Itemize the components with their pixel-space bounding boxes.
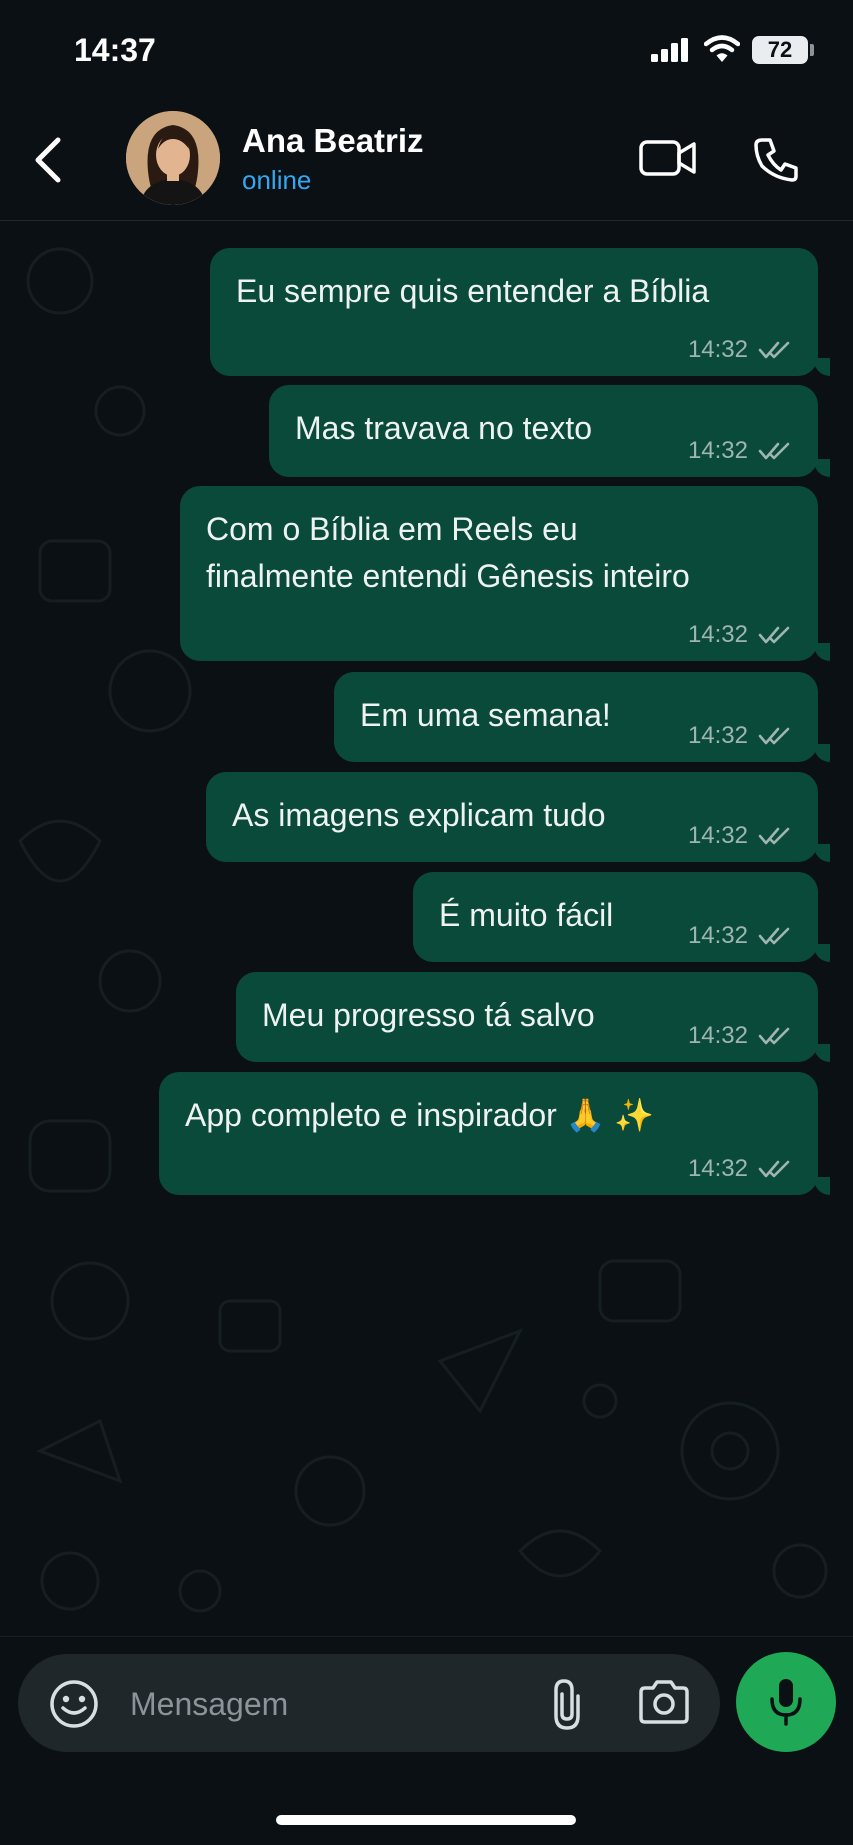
back-arrow-icon[interactable] bbox=[28, 134, 68, 186]
message-meta: 14:32 bbox=[688, 437, 792, 465]
message-text: Com o Bíblia em Reels eu finalmente ente… bbox=[206, 506, 690, 600]
camera-icon[interactable] bbox=[637, 1680, 691, 1724]
microphone-icon bbox=[770, 1679, 802, 1726]
home-indicator[interactable] bbox=[276, 1815, 576, 1825]
chat-header: Ana Beatriz online bbox=[0, 100, 853, 221]
status-bar: 14:37 72 bbox=[0, 0, 853, 100]
double-check-icon bbox=[758, 626, 790, 644]
message-line: finalmente entendi Gênesis inteiro bbox=[206, 558, 690, 594]
status-time: 14:37 bbox=[74, 32, 156, 68]
message-meta: 14:32 bbox=[688, 722, 792, 750]
message-input[interactable] bbox=[128, 1666, 532, 1742]
message-text: É muito fácil bbox=[439, 897, 614, 933]
double-check-icon bbox=[758, 927, 790, 945]
double-check-icon bbox=[758, 1027, 790, 1045]
message-meta: 14:32 bbox=[688, 621, 792, 649]
message-time: 14:32 bbox=[687, 1155, 748, 1182]
message-meta: 14:32 bbox=[688, 822, 792, 850]
message-text: Mas travava no texto bbox=[295, 410, 593, 446]
message-bubble[interactable]: Eu sempre quis entender a Bíblia 14:32 bbox=[210, 248, 830, 376]
message-meta: 14:32 bbox=[688, 922, 792, 950]
message-bubble[interactable]: É muito fácil 14:32 bbox=[413, 872, 830, 962]
contact-status: online bbox=[242, 165, 312, 195]
message-bubble[interactable]: Meu progresso tá salvo 14:32 bbox=[236, 972, 830, 1062]
message-bubble[interactable]: Em uma semana! 14:32 bbox=[334, 672, 830, 762]
video-call-icon[interactable] bbox=[638, 136, 698, 180]
double-check-icon bbox=[758, 727, 790, 745]
message-text: Meu progresso tá salvo bbox=[262, 997, 595, 1033]
message-text: Em uma semana! bbox=[360, 697, 611, 733]
message-bubble[interactable]: Com o Bíblia em Reels eu finalmente ente… bbox=[180, 486, 830, 661]
message-bubble[interactable]: App completo e inspirador 🙏 ✨ 14:32 bbox=[159, 1072, 830, 1195]
message-text: Eu sempre quis entender a Bíblia bbox=[236, 273, 710, 309]
phone-icon[interactable] bbox=[752, 136, 800, 184]
message-time: 14:32 bbox=[687, 722, 748, 749]
emoji-icon[interactable] bbox=[48, 1678, 100, 1730]
double-check-icon bbox=[758, 341, 790, 359]
message-time: 14:32 bbox=[687, 1022, 748, 1049]
paperclip-icon[interactable] bbox=[548, 1676, 586, 1732]
battery-level: 72 bbox=[752, 36, 808, 64]
double-check-icon bbox=[758, 1160, 790, 1178]
double-check-icon bbox=[758, 442, 790, 460]
message-meta: 14:32 bbox=[688, 1022, 792, 1050]
message-text: As imagens explicam tudo bbox=[232, 797, 606, 833]
message-time: 14:32 bbox=[687, 336, 748, 363]
microphone-button[interactable] bbox=[736, 1652, 836, 1752]
message-meta: 14:32 bbox=[688, 1155, 792, 1183]
battery-tip bbox=[810, 44, 814, 56]
message-time: 14:32 bbox=[687, 621, 748, 648]
signal-icon bbox=[651, 38, 688, 62]
message-bubble[interactable]: Mas travava no texto 14:32 bbox=[269, 385, 830, 477]
contact-name[interactable]: Ana Beatriz bbox=[242, 122, 424, 160]
message-time: 14:32 bbox=[687, 822, 748, 849]
avatar[interactable] bbox=[126, 111, 220, 205]
message-text: App completo e inspirador 🙏 ✨ bbox=[185, 1097, 655, 1133]
message-bubble[interactable]: As imagens explicam tudo 14:32 bbox=[206, 772, 830, 862]
double-check-icon bbox=[758, 827, 790, 845]
message-meta: 14:32 bbox=[688, 336, 792, 364]
message-line: Com o Bíblia em Reels eu bbox=[206, 511, 578, 547]
message-time: 14:32 bbox=[687, 922, 748, 949]
message-time: 14:32 bbox=[687, 437, 748, 464]
avatar-photo bbox=[126, 111, 220, 205]
wifi-icon bbox=[704, 35, 740, 62]
